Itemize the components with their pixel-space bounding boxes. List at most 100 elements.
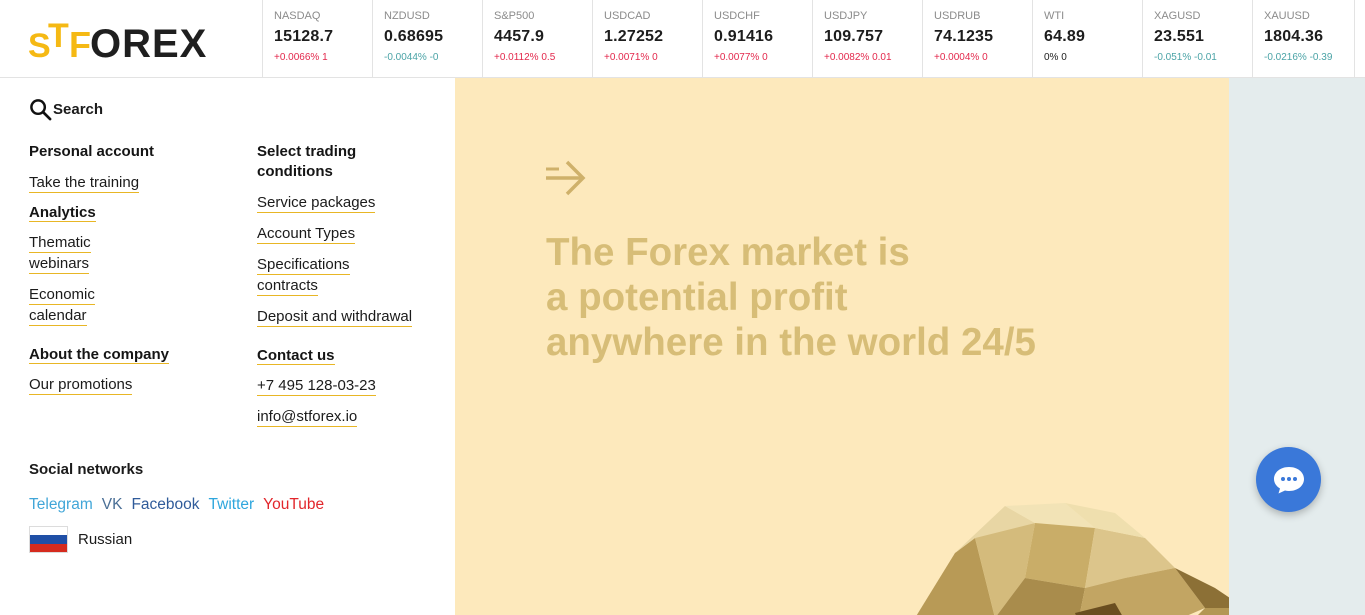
youtube-link[interactable]: YouTube [263,496,324,514]
quote-item[interactable]: NZDUSD 0.68695 -0.0044% -0 [372,0,482,77]
stforex-logo[interactable]: S T F OREX [28,13,232,63]
quote-item[interactable]: XAUUSD 1804.36 -0.0216% -0.39 [1252,0,1355,77]
language-switcher[interactable]: Russian [29,526,132,553]
gold-polygon-illustration [916,503,1229,615]
quote-change: +0.0004% 0 [934,52,988,63]
about-company-label: About the company [29,346,170,364]
hero-title-line-2: a potential profit [546,276,848,319]
navigation-menu: Search Personal account Take the trainin… [0,78,455,615]
chat-button[interactable] [1256,447,1321,512]
svg-text:OREX: OREX [90,22,207,63]
quote-price: 1804.36 [1264,28,1324,45]
economic-calendar-label-1: Economic [29,286,95,305]
personal-account-link[interactable]: Personal account [29,142,229,162]
quote-item[interactable]: WTI 64.89 0% 0 [1032,0,1142,77]
svg-text:F: F [69,24,91,63]
phone-link[interactable]: +7 495 128-03-23 [257,375,447,396]
hero-banner: The Forex market is a potential profit a… [455,78,1229,615]
quote-price: 1.27252 [604,28,664,45]
russian-flag-icon [29,526,68,553]
social-networks-heading: Social networks [29,461,144,478]
analytics-heading[interactable]: Analytics [29,203,229,223]
specifications-link[interactable]: Specifications contracts [257,254,447,296]
svg-text:T: T [48,17,69,55]
analytics-label: Analytics [29,204,96,222]
facebook-link[interactable]: Facebook [131,496,199,514]
quote-symbol: S&P500 [494,10,535,22]
quote-change: -0.051% -0.01 [1154,52,1217,63]
quote-price: 4457.9 [494,28,545,45]
about-company-heading[interactable]: About the company [29,345,229,365]
search-button[interactable]: Search [29,98,103,121]
search-icon [30,99,52,121]
thematic-webinars-label-1: Thematic [29,234,91,253]
site-header: S T F OREX NASDAQ 15128.7 +0.0066% 1 NZD… [0,0,1365,78]
quote-price: 74.1235 [934,28,994,45]
contact-us-label: Contact us [257,347,335,365]
quote-item[interactable]: USDCAD 1.27252 +0.0071% 0 [592,0,702,77]
take-training-label: Take the training [29,174,140,193]
search-label: Search [53,101,104,118]
arrow-right-icon[interactable] [545,160,587,196]
quote-change: +0.0112% 0.5 [494,52,556,63]
service-packages-link[interactable]: Service packages [257,192,447,213]
economic-calendar-label-2: calendar [29,307,87,326]
quote-symbol: NASDAQ [274,10,321,22]
quote-price: 0.68695 [384,28,444,45]
quote-symbol: NZDUSD [384,10,430,22]
quote-price: 15128.7 [274,28,334,45]
vk-link[interactable]: VK [102,496,123,514]
language-label: Russian [78,531,133,548]
quote-change: -0.0216% -0.39 [1264,52,1333,63]
thematic-webinars-link[interactable]: Thematic webinars [29,232,229,274]
quote-symbol: USDCHF [714,10,760,22]
service-packages-label: Service packages [257,194,376,213]
quote-price: 109.757 [824,28,884,45]
email-link[interactable]: info@stforex.io [257,406,447,427]
quote-item[interactable]: XAGUSD 23.551 -0.051% -0.01 [1142,0,1252,77]
quote-symbol: WTI [1044,10,1065,22]
right-side-panel [1229,78,1365,615]
quote-change: 0% 0 [1044,52,1067,63]
quote-symbol: USDJPY [824,10,868,22]
quote-price: 0.91416 [714,28,774,45]
email-label: info@stforex.io [257,408,358,427]
specifications-label-1: Specifications [257,256,350,275]
account-types-label: Account Types [257,225,356,244]
select-trading-label-2: conditions [257,163,333,180]
account-types-link[interactable]: Account Types [257,223,447,244]
quote-price: 64.89 [1044,28,1086,45]
quote-change: +0.0066% 1 [274,52,328,63]
quote-item[interactable]: USDCHF 0.91416 +0.0077% 0 [702,0,812,77]
quotes-ticker: NASDAQ 15128.7 +0.0066% 1 NZDUSD 0.68695… [262,0,1355,77]
quote-symbol: XAUUSD [1264,10,1310,22]
hero-title-line-1: The Forex market is [546,231,910,274]
quote-item[interactable]: NASDAQ 15128.7 +0.0066% 1 [262,0,372,77]
hero-title-line-3: anywhere in the world 24/5 [546,321,1036,364]
quote-item[interactable]: USDRUB 74.1235 +0.0004% 0 [922,0,1032,77]
chat-bubble-icon [1273,466,1304,493]
our-promotions-label: Our promotions [29,376,133,395]
phone-label: +7 495 128-03-23 [257,377,376,396]
deposit-withdrawal-link[interactable]: Deposit and withdrawal [257,306,447,327]
contact-us-heading[interactable]: Contact us [257,346,447,366]
quote-item[interactable]: USDJPY 109.757 +0.0082% 0.01 [812,0,922,77]
menu-column-left: Personal account Take the training Analy… [29,142,229,395]
menu-column-right: Select trading conditions Service packag… [257,142,447,427]
select-trading-heading[interactable]: Select trading conditions [257,142,447,182]
economic-calendar-link[interactable]: Economic calendar [29,284,229,326]
hero-title: The Forex market is a potential profit a… [546,230,1166,365]
telegram-link[interactable]: Telegram [29,496,93,514]
select-trading-label-1: Select trading [257,143,357,160]
quote-change: -0.0044% -0 [384,52,439,63]
quote-item[interactable]: S&P500 4457.9 +0.0112% 0.5 [482,0,592,77]
quote-price: 23.551 [1154,28,1205,45]
take-training-link[interactable]: Take the training [29,172,229,193]
quote-change: +0.0077% 0 [714,52,768,63]
quote-symbol: XAGUSD [1154,10,1201,22]
deposit-withdrawal-label: Deposit and withdrawal [257,308,413,327]
quote-change: +0.0082% 0.01 [824,52,892,63]
quote-symbol: USDCAD [604,10,651,22]
our-promotions-link[interactable]: Our promotions [29,374,229,395]
twitter-link[interactable]: Twitter [209,496,255,514]
